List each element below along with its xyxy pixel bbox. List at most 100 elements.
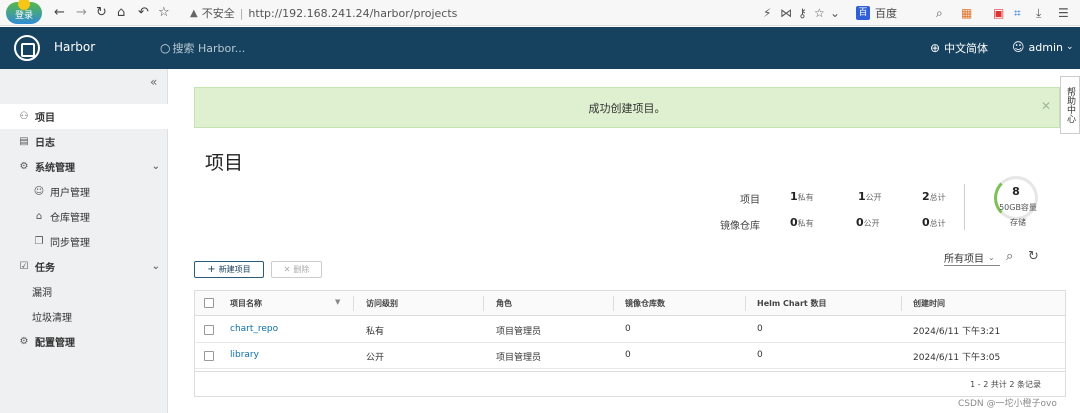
brand-name[interactable]: Harbor (54, 40, 95, 54)
chevron-down-icon: ⌄ (988, 253, 995, 262)
sidebar-item-gc[interactable]: 垃圾清理 (0, 304, 168, 329)
sidebar-item-replication[interactable]: ❐ 同步管理 (0, 229, 168, 254)
table-header: 项目名称 ▼ 访问级别 角色 镜像仓库数 Helm Chart 数目 创建时间 (195, 291, 1065, 316)
global-search[interactable]: ○ 搜索 Harbor... (160, 40, 245, 56)
forward-icon[interactable]: → (76, 4, 87, 22)
projects-table: 项目名称 ▼ 访问级别 角色 镜像仓库数 Helm Chart 数目 创建时间 … (194, 290, 1066, 397)
column-repos[interactable]: 镜像仓库数 (625, 298, 665, 309)
baidu-icon: 百 (856, 6, 870, 20)
tasks-icon: ☑ (19, 261, 29, 272)
harbor-logo-icon[interactable] (14, 35, 40, 61)
storage-capacity: 50GB容量 (999, 203, 1037, 212)
logs-icon: ▤ (19, 136, 29, 147)
search-icon: ○ (160, 41, 171, 55)
users-icon: ☺ (33, 186, 45, 197)
download-icon[interactable]: ⤓ (1036, 4, 1041, 22)
storage-label: 存储 (1010, 218, 1026, 227)
pdf-icon[interactable]: ▣ (993, 4, 1004, 22)
reload-icon[interactable]: ↻ (96, 4, 107, 22)
user-menu[interactable]: ☺ admin ⌄ (1012, 40, 1074, 54)
url-text: http://192.168.241.24/harbor/projects (248, 6, 458, 20)
close-icon: ✕ (283, 265, 291, 274)
help-center-tab[interactable]: 帮助中心 (1060, 76, 1080, 134)
language-selector[interactable]: ⊕ 中文简体 (930, 40, 988, 56)
sidebar-item-registries[interactable]: ⌂ 仓库管理 (0, 204, 168, 229)
dropdown-icon[interactable]: ⌄ (830, 4, 840, 22)
column-name[interactable]: 项目名称 (230, 298, 262, 309)
config-icon: ⚙ (19, 336, 29, 347)
alert-message: 成功创建项目。 (588, 101, 666, 115)
creation-time: 2024/6/11 下午3:21 (913, 327, 1001, 337)
stats-divider (964, 184, 965, 230)
sidebar-item-users[interactable]: ☺ 用户管理 (0, 179, 168, 204)
search-icon[interactable]: ⌕ (1006, 249, 1013, 264)
row-checkbox[interactable] (204, 325, 214, 335)
crop-icon[interactable]: ⌗ (1014, 4, 1021, 22)
repo-count: 0 (625, 324, 631, 334)
sidebar: « ⚇ 项目 ▤ 日志 ⚙ 系统管理 ⌄ ☺ 用户管理 ⌂ 仓库管理 ❐ 同步管… (0, 69, 168, 413)
filter-icon[interactable]: ▼ (335, 298, 340, 306)
column-role[interactable]: 角色 (496, 298, 512, 309)
repo-count: 0 (625, 350, 631, 360)
storage-gauge (994, 176, 1038, 220)
back-icon[interactable]: ← (54, 4, 65, 22)
chevron-down-icon: ⌄ (1065, 42, 1074, 52)
role: 项目管理员 (496, 353, 542, 363)
stat-repos-public: 0公开 (856, 216, 880, 229)
sidebar-item-vulnerability[interactable]: 漏洞 (0, 279, 168, 304)
pagination-info: 1 - 2 共计 2 条记录 (970, 380, 1041, 389)
close-icon[interactable]: ✕ (1041, 99, 1051, 113)
project-name-link[interactable]: chart_repo (230, 324, 278, 334)
search-icon[interactable]: ⌕ (936, 4, 943, 22)
browser-toolbar: 登录 ← → ↻ ⌂ ↶ ☆ ▲ 不安全 | http://192.168.24… (0, 0, 1080, 26)
login-badge[interactable]: 登录 (6, 0, 42, 24)
home-icon[interactable]: ⌂ (117, 4, 125, 22)
apps-icon[interactable]: ▦ (961, 4, 972, 22)
user-icon: ☺ (1012, 40, 1025, 54)
select-all-checkbox[interactable] (204, 298, 214, 308)
column-access[interactable]: 访问级别 (366, 298, 398, 309)
sidebar-item-tasks[interactable]: ☑ 任务 ⌄ (0, 254, 168, 279)
delete-button[interactable]: ✕ 删除 (271, 261, 322, 278)
role: 项目管理员 (496, 327, 542, 337)
sidebar-item-config[interactable]: ⚙ 配置管理 (0, 329, 168, 354)
stat-repos-total: 0总计 (922, 216, 946, 229)
chevron-down-icon: ⌄ (151, 261, 160, 272)
app-header: Harbor ○ 搜索 Harbor... ⊕ 中文简体 ☺ admin ⌄ (0, 27, 1080, 69)
menu-icon[interactable]: ☰ (1058, 4, 1069, 22)
admin-icon: ⚙ (19, 161, 29, 172)
storage-count: 8 (1012, 185, 1020, 198)
plus-icon: + (207, 264, 216, 275)
globe-icon: ⊕ (930, 41, 941, 55)
stat-label-projects: 项目 (740, 195, 760, 206)
project-filter-select[interactable]: 所有项目 ⌄ (944, 250, 1000, 266)
share-icon[interactable]: ⋈ (780, 4, 792, 22)
refresh-icon[interactable]: ↻ (1028, 249, 1039, 264)
stat-projects-private: 1私有 (790, 190, 814, 203)
warning-icon: ▲ (190, 7, 198, 19)
chart-count: 0 (757, 324, 763, 334)
access-level: 公开 (366, 353, 385, 363)
sidebar-item-projects[interactable]: ⚇ 项目 (0, 104, 168, 129)
sidebar-item-admin[interactable]: ⚙ 系统管理 ⌄ (0, 154, 168, 179)
table-row: library 公开 项目管理员 0 0 2024/6/11 下午3:05 (195, 343, 1065, 369)
chevron-down-icon: ⌄ (151, 161, 160, 172)
lightning-icon[interactable]: ⚡ (763, 4, 771, 22)
project-name-link[interactable]: library (230, 350, 259, 360)
replication-icon: ❐ (34, 236, 44, 247)
bookmark-star-icon[interactable]: ☆ (158, 4, 170, 22)
undo-icon[interactable]: ↶ (138, 4, 149, 22)
address-bar[interactable]: ▲ 不安全 | http://192.168.241.24/harbor/pro… (190, 3, 457, 23)
new-project-button[interactable]: + 新建项目 (194, 261, 264, 278)
row-checkbox[interactable] (204, 351, 214, 361)
projects-icon: ⚇ (19, 111, 29, 122)
column-created[interactable]: 创建时间 (913, 298, 945, 309)
sidebar-item-logs[interactable]: ▤ 日志 (0, 129, 168, 154)
collapse-sidebar-icon[interactable]: « (150, 75, 157, 89)
search-input[interactable]: 搜索 Harbor... (172, 40, 245, 56)
key-icon[interactable]: ⚷ (798, 4, 807, 22)
column-charts[interactable]: Helm Chart 数目 (757, 298, 827, 309)
stat-projects-public: 1公开 (858, 190, 882, 203)
stat-projects-total: 2总计 (922, 190, 946, 203)
star-icon[interactable]: ☆ (814, 4, 825, 22)
